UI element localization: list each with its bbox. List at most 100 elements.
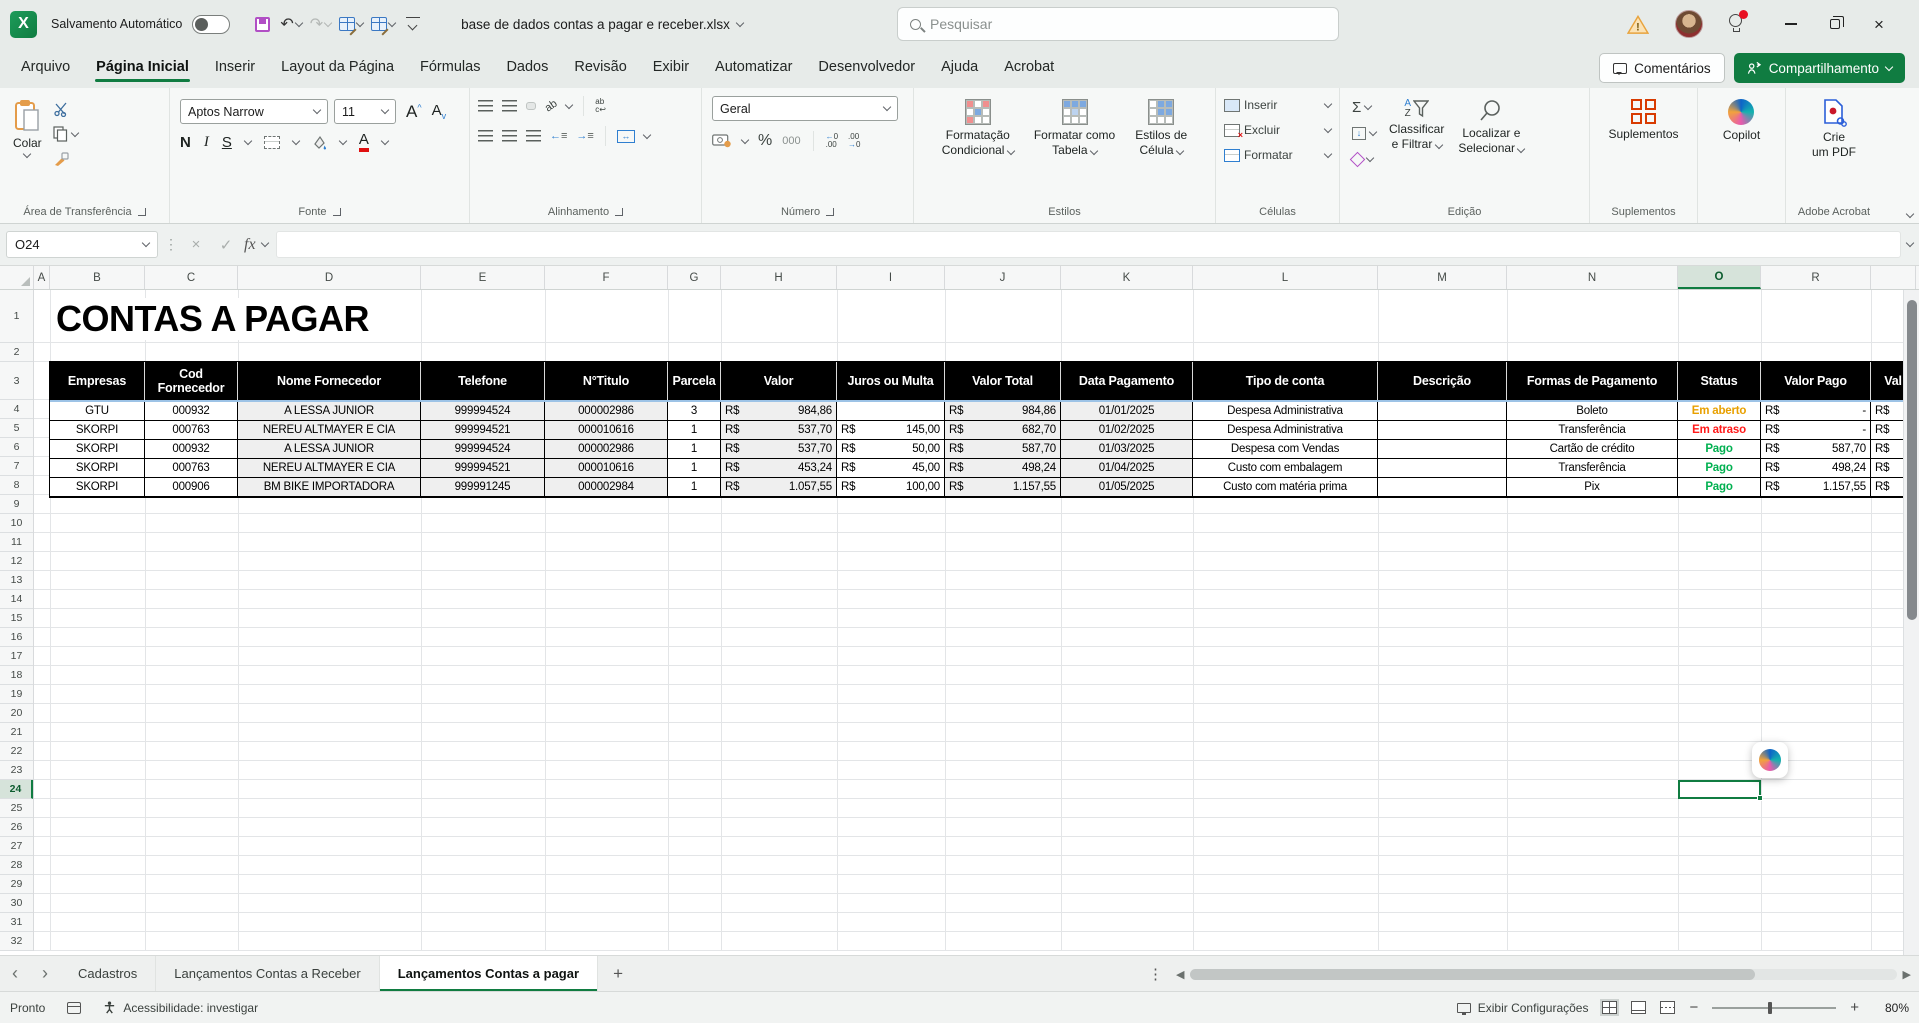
comma-style-button[interactable]: 000 (782, 135, 800, 147)
sheet-tab-lancamentos-contas-a-receber[interactable]: Lançamentos Contas a Receber (156, 956, 379, 991)
cell-r6-c10[interactable]: Despesa com Vendas (1193, 440, 1378, 459)
cell-r4-c9[interactable]: 01/01/2025 (1061, 402, 1193, 421)
cell-r4-c8[interactable]: R$984,86 (945, 402, 1061, 421)
cell-r7-c10[interactable]: Custo com embalagem (1193, 459, 1378, 478)
ribbon-tab-layout-da-pagina[interactable]: Layout da Página (268, 50, 407, 86)
find-select-button[interactable]: Localizar eSelecionar (1451, 94, 1531, 161)
cell-r7-c6[interactable]: R$453,24 (721, 459, 837, 478)
cell-r4-c3[interactable]: 999994524 (421, 402, 545, 421)
cell-r6-c8[interactable]: R$587,70 (945, 440, 1061, 459)
cell-r8-c0[interactable]: SKORPI (50, 478, 145, 497)
cell-styles-button[interactable]: Estilos deCélula (1128, 94, 1194, 163)
font-dialog-launcher[interactable] (333, 208, 341, 216)
document-title[interactable]: base de dados contas a pagar e receber.x… (461, 17, 743, 32)
cell-r8-c12[interactable]: Pix (1507, 478, 1678, 497)
sheet-options-kebab[interactable]: ⋮ (1148, 965, 1163, 983)
column-header-N[interactable]: N (1507, 266, 1678, 289)
row-header-2[interactable]: 2 (0, 343, 33, 362)
cell-r4-c7[interactable] (837, 402, 945, 421)
selected-cell[interactable] (1678, 780, 1761, 799)
create-pdf-button[interactable]: Crieum PDF (1805, 94, 1863, 165)
row-header-18[interactable]: 18 (0, 666, 33, 685)
cell-r7-c14[interactable]: R$498,24 (1761, 459, 1871, 478)
borders-button[interactable] (264, 136, 280, 149)
font-color-button[interactable]: A (359, 132, 369, 152)
align-middle-button[interactable] (502, 100, 517, 112)
row-header-12[interactable]: 12 (0, 552, 33, 571)
borders-dropdown[interactable] (292, 136, 300, 144)
horizontal-scrollbar-thumb[interactable] (1190, 969, 1755, 980)
align-right-button[interactable] (526, 130, 541, 142)
search-box[interactable] (897, 7, 1339, 41)
zoom-out-button[interactable]: − (1689, 999, 1698, 1016)
collapse-ribbon-button[interactable] (1906, 210, 1914, 218)
number-dialog-launcher[interactable] (826, 208, 834, 216)
cell-r6-c4[interactable]: 000002986 (545, 440, 668, 459)
column-header-C[interactable]: C (145, 266, 238, 289)
draw-table-alt-button[interactable] (369, 11, 397, 37)
percent-style-button[interactable]: % (758, 132, 772, 150)
qat-overflow-button[interactable] (401, 11, 425, 37)
cell-r6-c9[interactable]: 01/03/2025 (1061, 440, 1193, 459)
ribbon-tab-acrobat[interactable]: Acrobat (991, 50, 1067, 86)
vertical-scrollbar-thumb[interactable] (1907, 300, 1917, 620)
user-avatar[interactable] (1675, 10, 1703, 38)
scroll-left-arrow[interactable]: ◀ (1176, 968, 1184, 981)
row-header-25[interactable]: 25 (0, 799, 33, 818)
column-header-A[interactable]: A (34, 266, 50, 289)
autosave-toggle[interactable] (192, 15, 230, 34)
accounting-format-dropdown[interactable] (741, 135, 749, 143)
column-header-G[interactable]: G (668, 266, 721, 289)
ribbon-tab-dados[interactable]: Dados (493, 50, 561, 86)
align-left-button[interactable] (478, 130, 493, 142)
row-header-7[interactable]: 7 (0, 457, 33, 476)
clipboard-dialog-launcher[interactable] (138, 208, 146, 216)
ribbon-tab-ajuda[interactable]: Ajuda (928, 50, 991, 86)
increase-font-button[interactable]: A^ (406, 102, 422, 122)
column-header-F[interactable]: F (545, 266, 668, 289)
wrap-text-button[interactable]: abc↩ (595, 98, 606, 114)
insert-cells-button[interactable]: Inserir (1224, 96, 1331, 114)
row-header-23[interactable]: 23 (0, 761, 33, 780)
cell-r6-c7[interactable]: R$50,00 (837, 440, 945, 459)
orientation-dropdown[interactable] (565, 100, 573, 108)
cell-r6-c14[interactable]: R$587,70 (1761, 440, 1871, 459)
cell-r5-c12[interactable]: Transferência (1507, 421, 1678, 440)
column-header-L[interactable]: L (1193, 266, 1378, 289)
number-format-select[interactable]: Geral (712, 96, 898, 121)
cell-r5-c5[interactable]: 1 (668, 421, 721, 440)
cell-r8-c6[interactable]: R$1.057,55 (721, 478, 837, 497)
column-header-K[interactable]: K (1061, 266, 1193, 289)
minimize-button[interactable] (1769, 4, 1813, 44)
font-name-select[interactable]: Aptos Narrow (180, 99, 328, 124)
ribbon-tab-pagina-inicial[interactable]: Página Inicial (83, 50, 202, 86)
ribbon-tab-arquivo[interactable]: Arquivo (8, 50, 83, 86)
cell-r8-c1[interactable]: 000906 (145, 478, 238, 497)
draw-table-button[interactable] (337, 11, 365, 37)
ribbon-tab-inserir[interactable]: Inserir (202, 50, 268, 86)
cell-r5-c1[interactable]: 000763 (145, 421, 238, 440)
macro-record-icon[interactable] (67, 1002, 81, 1014)
cell-r5-c7[interactable]: R$145,00 (837, 421, 945, 440)
row-header-1[interactable]: 1 (0, 290, 33, 343)
cell-r6-c1[interactable]: 000932 (145, 440, 238, 459)
row-header-17[interactable]: 17 (0, 647, 33, 666)
cell-r8-c14[interactable]: R$1.157,55 (1761, 478, 1871, 497)
add-sheet-button[interactable]: + (598, 964, 638, 984)
cell-r8-c3[interactable]: 999991245 (421, 478, 545, 497)
copy-button[interactable] (53, 125, 78, 143)
ribbon-tab-revisao[interactable]: Revisão (561, 50, 639, 86)
cell-r5-c0[interactable]: SKORPI (50, 421, 145, 440)
row-header-4[interactable]: 4 (0, 400, 33, 419)
cell-r7-c12[interactable]: Transferência (1507, 459, 1678, 478)
increase-decimal-button[interactable]: ←0.00 (826, 133, 838, 149)
accounting-format-button[interactable] (712, 134, 732, 148)
cell-r7-c11[interactable] (1378, 459, 1507, 478)
cell-r8-c13[interactable]: Pago (1678, 478, 1761, 497)
search-input[interactable] (930, 16, 1326, 32)
copilot-floating-button[interactable] (1752, 742, 1788, 778)
column-header-J[interactable]: J (945, 266, 1061, 289)
select-all-corner[interactable] (0, 266, 34, 289)
cell-r7-c13[interactable]: Pago (1678, 459, 1761, 478)
redo-button[interactable]: ↷ (308, 11, 333, 37)
